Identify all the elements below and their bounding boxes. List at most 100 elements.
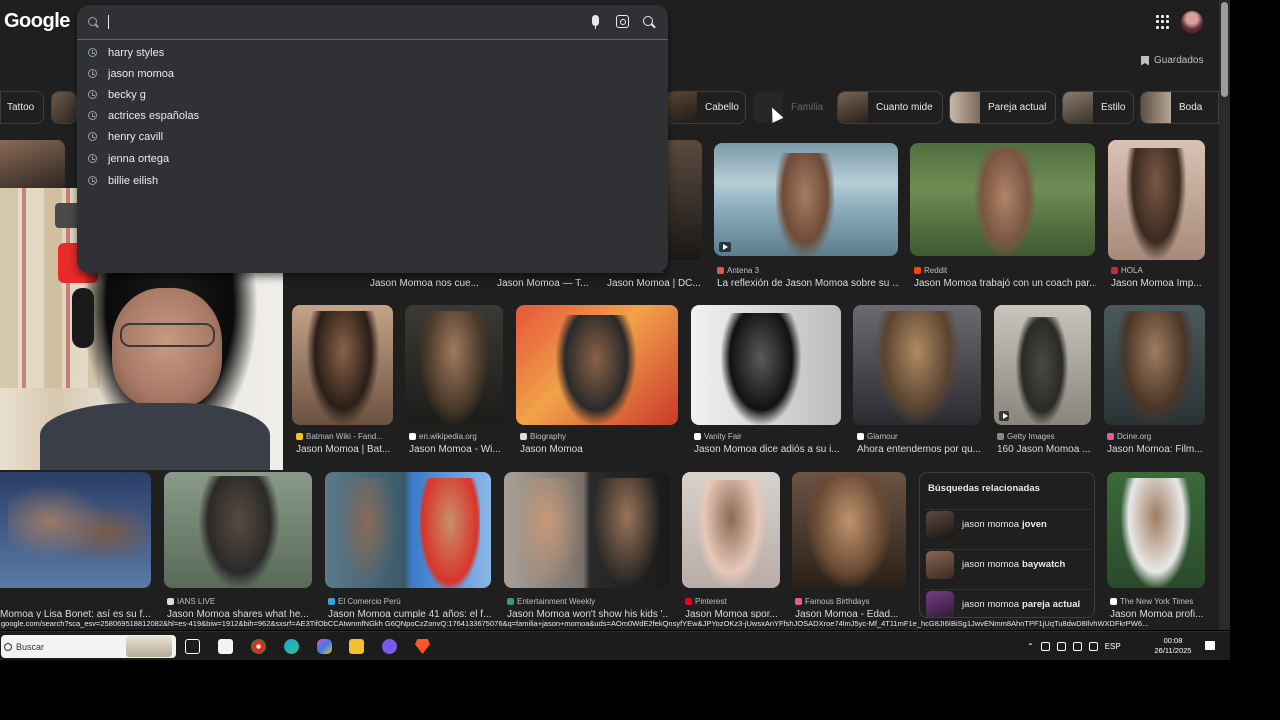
image-result[interactable] bbox=[325, 472, 491, 588]
image-result[interactable] bbox=[292, 305, 393, 425]
suggestion-item[interactable]: becky g bbox=[77, 84, 668, 105]
screen: Google Guardados Tattoo Cabello Familia … bbox=[0, 0, 1280, 720]
favicon bbox=[409, 433, 416, 440]
scrollbar[interactable] bbox=[1219, 0, 1230, 630]
chrome-icon[interactable] bbox=[251, 639, 266, 654]
related-searches-title: Búsquedas relacionadas bbox=[928, 483, 1040, 494]
image-result[interactable] bbox=[1104, 305, 1205, 425]
image-result[interactable] bbox=[1108, 140, 1205, 260]
result-caption[interactable]: 160 Jason Momoa ... bbox=[997, 444, 1093, 455]
result-caption[interactable]: Jason Momoa nos cue... bbox=[370, 278, 480, 289]
image-result[interactable] bbox=[405, 305, 503, 425]
chip-cuanto-mide[interactable]: Cuanto mide bbox=[837, 91, 943, 124]
discord-icon[interactable] bbox=[382, 639, 397, 654]
volume-tray-icon[interactable] bbox=[1072, 642, 1082, 651]
result-caption[interactable]: Jason Momoa trabajó con un coach par... bbox=[914, 278, 1096, 289]
chip-thumb bbox=[838, 92, 868, 123]
scrollbar-thumb[interactable] bbox=[1221, 2, 1228, 97]
favicon bbox=[1111, 267, 1118, 274]
chevron-up-icon[interactable]: ⌃ bbox=[1027, 642, 1034, 651]
result-caption[interactable]: Jason Momoa bbox=[520, 444, 670, 455]
chip-pareja-actual-label: Pareja actual bbox=[988, 102, 1047, 113]
image-result[interactable] bbox=[691, 305, 841, 425]
microphone-tray-icon[interactable] bbox=[1040, 642, 1050, 651]
result-source: Biography bbox=[520, 432, 616, 441]
chip-cabello[interactable]: Cabello bbox=[666, 91, 746, 124]
result-source: Vanity Fair bbox=[694, 432, 790, 441]
chip-familia-label: Familia bbox=[791, 102, 824, 113]
headphone bbox=[72, 288, 94, 348]
taskbar-search-label: Buscar bbox=[16, 641, 45, 652]
result-source: Getty Images bbox=[997, 432, 1093, 441]
taskbar-search[interactable]: Buscar bbox=[1, 635, 176, 658]
image-figure bbox=[337, 478, 397, 588]
image-result[interactable] bbox=[164, 472, 312, 588]
image-result[interactable] bbox=[853, 305, 981, 425]
history-icon bbox=[88, 132, 97, 141]
suggestion-item[interactable]: henry cavill bbox=[77, 126, 668, 147]
related-search-item[interactable]: jason momoa pareja actual bbox=[924, 589, 1092, 617]
result-caption[interactable]: Jason Momoa: Film... bbox=[1107, 444, 1205, 455]
suggestion-item[interactable]: jenna ortega bbox=[77, 148, 668, 169]
history-icon bbox=[88, 69, 97, 78]
chip-tattoo-label: Tattoo bbox=[7, 102, 35, 113]
result-source: Batman Wiki - Fand... bbox=[296, 432, 394, 441]
result-caption[interactable]: Jason Momoa - Wi... bbox=[409, 444, 505, 455]
result-source: Famous Birthdays bbox=[795, 597, 907, 606]
edge-icon[interactable] bbox=[284, 639, 299, 654]
result-caption[interactable]: Jason Momoa — T... bbox=[497, 278, 593, 289]
image-figure bbox=[1116, 311, 1194, 425]
image-result[interactable] bbox=[504, 472, 669, 588]
taskbar-clock[interactable]: 00:08 26/11/2025 bbox=[1150, 636, 1196, 656]
image-result[interactable] bbox=[994, 305, 1091, 425]
chip-cuanto-mide-label: Cuanto mide bbox=[876, 102, 933, 113]
result-caption[interactable]: Jason Momoa dice adiós a su i... bbox=[694, 444, 844, 455]
chip-tattoo[interactable]: Tattoo bbox=[0, 91, 44, 124]
file-explorer-icon[interactable] bbox=[349, 639, 364, 654]
suggestion-item[interactable]: billie eilish bbox=[77, 170, 668, 191]
apps-grid-icon[interactable] bbox=[1156, 15, 1170, 29]
task-view-icon[interactable] bbox=[185, 639, 200, 654]
image-result[interactable] bbox=[1107, 472, 1205, 588]
image-result[interactable] bbox=[714, 143, 898, 256]
image-result[interactable] bbox=[682, 472, 780, 588]
avatar[interactable] bbox=[1181, 11, 1203, 33]
saved-link[interactable]: Guardados bbox=[1141, 55, 1203, 66]
google-logo[interactable]: Google bbox=[4, 10, 70, 33]
search-icon bbox=[88, 17, 97, 26]
chip-estilo[interactable]: Estilo bbox=[1062, 91, 1134, 124]
search-input[interactable] bbox=[107, 14, 577, 32]
microphone-icon[interactable] bbox=[592, 15, 599, 29]
pen-tray-icon[interactable] bbox=[1088, 642, 1098, 651]
result-caption[interactable]: Jason Momoa Imp... bbox=[1111, 278, 1207, 289]
suggestion-item[interactable]: jason momoa bbox=[77, 63, 668, 84]
favicon bbox=[694, 433, 701, 440]
image-result[interactable] bbox=[0, 472, 151, 588]
result-caption[interactable]: Jason Momoa | DC... bbox=[607, 278, 703, 289]
result-caption[interactable]: Jason Momoa | Bat... bbox=[296, 444, 394, 455]
related-search-item[interactable]: jason momoa baywatch bbox=[924, 549, 1092, 579]
suggestion-item[interactable]: harry styles bbox=[77, 42, 668, 63]
image-result[interactable] bbox=[668, 140, 702, 260]
related-search-item[interactable]: jason momoa joven bbox=[924, 509, 1092, 539]
suggestion-item[interactable]: actrices españolas bbox=[77, 105, 668, 126]
copilot-icon[interactable] bbox=[317, 639, 332, 654]
camera-lens-icon[interactable] bbox=[616, 15, 629, 28]
brave-icon[interactable] bbox=[415, 639, 430, 654]
chip-familia[interactable]: Familia bbox=[752, 91, 832, 124]
chip-boda[interactable]: Boda bbox=[1140, 91, 1219, 124]
language-indicator[interactable]: ESP bbox=[1105, 642, 1121, 651]
image-result[interactable] bbox=[0, 140, 65, 190]
result-caption[interactable]: Ahora entendemos por qu... bbox=[857, 444, 985, 455]
search-submit-icon[interactable] bbox=[643, 16, 653, 26]
image-result[interactable] bbox=[910, 143, 1095, 256]
network-tray-icon[interactable] bbox=[1056, 642, 1066, 651]
result-caption[interactable]: La reflexión de Jason Momoa sobre su ... bbox=[717, 278, 899, 289]
chip-partial[interactable] bbox=[51, 91, 77, 124]
image-result[interactable] bbox=[516, 305, 678, 425]
result-source: El Comercio Perú bbox=[328, 597, 488, 606]
image-result[interactable] bbox=[792, 472, 906, 588]
chip-pareja-actual[interactable]: Pareja actual bbox=[949, 91, 1056, 124]
notification-icon[interactable] bbox=[1205, 641, 1215, 650]
store-icon[interactable] bbox=[218, 639, 233, 654]
